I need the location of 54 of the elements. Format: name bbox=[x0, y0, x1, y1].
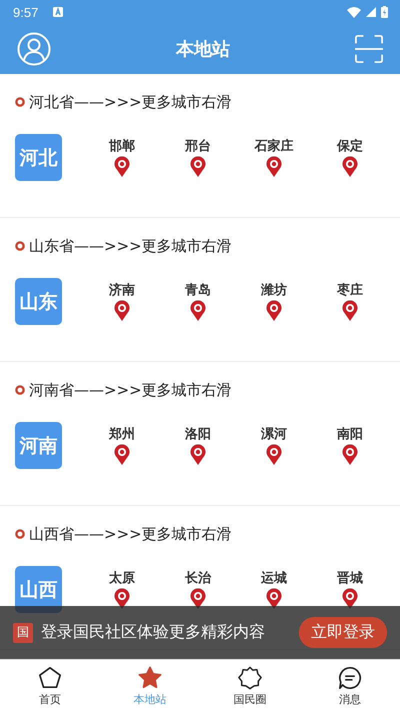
star-icon bbox=[138, 666, 162, 690]
tab-item[interactable]: 首页 bbox=[0, 660, 100, 712]
province-heading: 山东省——>>>更多城市右滑 bbox=[29, 236, 232, 256]
notification-icon bbox=[53, 7, 64, 17]
province-heading: 山西省——>>>更多城市右滑 bbox=[29, 524, 232, 544]
bullet-icon bbox=[15, 97, 25, 107]
bullet-icon bbox=[15, 385, 25, 395]
login-prompt: 登录国民社区体验更多精彩内容 bbox=[41, 622, 266, 643]
battery-icon bbox=[381, 6, 388, 18]
city-link[interactable]: 潍坊 bbox=[261, 281, 287, 299]
wifi-icon bbox=[347, 6, 361, 18]
city-link[interactable]: 太原 bbox=[109, 569, 135, 587]
location-pin-icon bbox=[190, 300, 206, 322]
location-pin-icon bbox=[190, 156, 206, 178]
city-link[interactable]: 晋城 bbox=[337, 569, 363, 587]
logo-badge: 国 bbox=[13, 622, 33, 642]
city-link[interactable]: 运城 bbox=[261, 569, 287, 587]
status-time: 9:57 bbox=[13, 4, 38, 20]
city-link[interactable]: 保定 bbox=[337, 137, 363, 155]
city-link[interactable]: 青岛 bbox=[185, 281, 211, 299]
province-heading: 河南省——>>>更多城市右滑 bbox=[29, 380, 232, 400]
city-link[interactable]: 长治 bbox=[185, 569, 211, 587]
tab-item[interactable]: 国民圈 bbox=[200, 660, 300, 712]
scan-icon[interactable] bbox=[355, 34, 383, 64]
location-pin-icon bbox=[266, 156, 282, 178]
city-link[interactable]: 枣庄 bbox=[337, 281, 363, 299]
location-pin-icon bbox=[342, 444, 358, 466]
chat-icon bbox=[338, 666, 362, 690]
city-link[interactable]: 邢台 bbox=[185, 137, 211, 155]
city-link[interactable]: 石家庄 bbox=[254, 137, 294, 155]
profile-icon[interactable] bbox=[17, 32, 51, 66]
login-button[interactable]: 立即登录 bbox=[299, 617, 387, 648]
location-pin-icon bbox=[342, 300, 358, 322]
location-pin-icon bbox=[190, 444, 206, 466]
badge-outline-icon bbox=[238, 666, 262, 690]
city-link[interactable]: 邯郸 bbox=[109, 137, 135, 155]
city-link[interactable]: 济南 bbox=[109, 281, 135, 299]
location-pin-icon bbox=[114, 444, 130, 466]
location-pin-icon bbox=[114, 156, 130, 178]
province-heading: 河北省——>>>更多城市右滑 bbox=[29, 92, 232, 112]
location-pin-icon bbox=[342, 156, 358, 178]
city-link[interactable]: 南阳 bbox=[337, 425, 363, 443]
location-pin-icon bbox=[114, 300, 130, 322]
city-link[interactable]: 漯河 bbox=[261, 425, 287, 443]
bullet-icon bbox=[15, 241, 25, 251]
page-title: 本地站 bbox=[176, 38, 230, 61]
tab-item[interactable]: 消息 bbox=[300, 660, 400, 712]
signal-icon bbox=[366, 7, 376, 17]
bullet-icon bbox=[15, 529, 25, 539]
city-link[interactable]: 洛阳 bbox=[185, 425, 211, 443]
city-link[interactable]: 郑州 bbox=[109, 425, 135, 443]
pentagon-icon bbox=[38, 666, 62, 690]
location-pin-icon bbox=[266, 300, 282, 322]
location-pin-icon bbox=[266, 444, 282, 466]
